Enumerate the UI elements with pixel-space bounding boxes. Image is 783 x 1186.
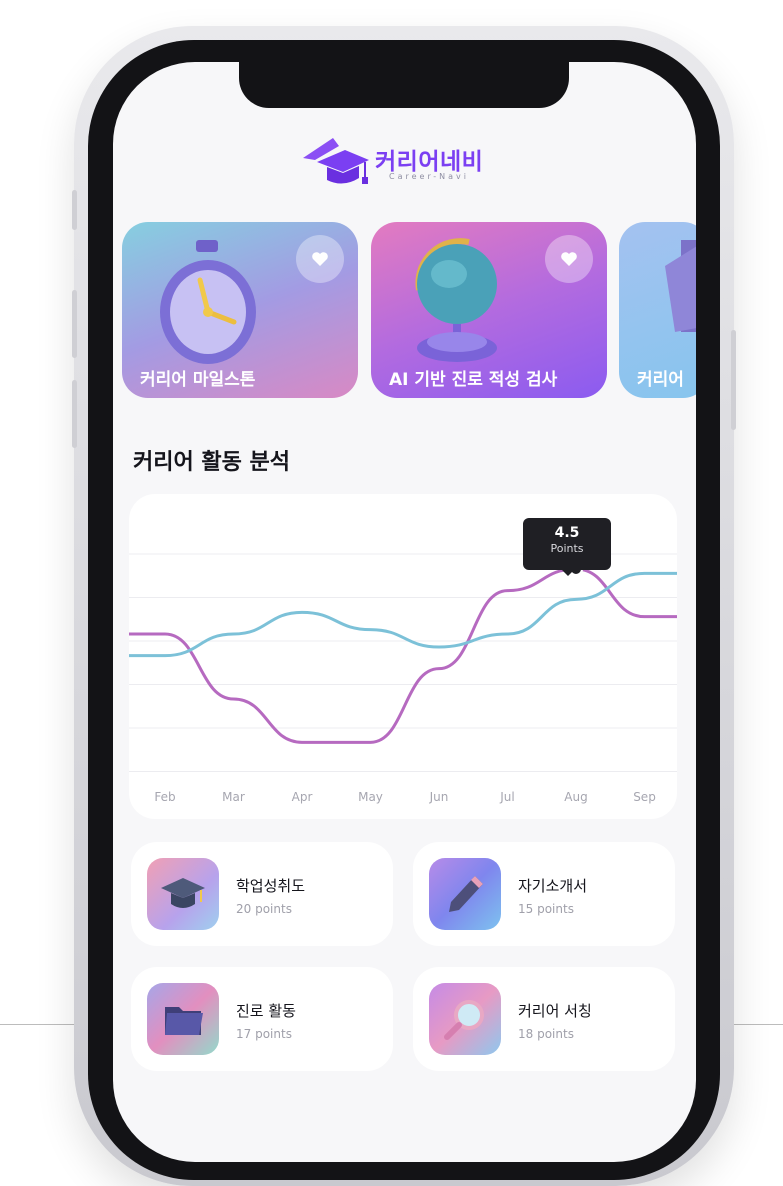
stat-points: 15 points [518,902,574,916]
featured-carousel: 커리어 마일스톤 AI 기반 진로 적성 검사 커리어 [122,222,696,402]
x-axis-tick-label: Feb [154,790,176,804]
stat-tile-cover-letter[interactable]: 자기소개서 15 points [413,842,675,946]
featured-card-label: 커리어 [637,370,684,390]
graduation-cap-logo-icon [303,138,369,184]
x-axis-tick-label: May [358,790,383,804]
stat-tile-academic[interactable]: 학업성취도 20 points [131,842,393,946]
section-title: 커리어 활동 분석 [133,450,290,475]
x-axis-tick-label: Aug [564,790,588,804]
featured-card-label: 커리어 마일스톤 [140,370,256,390]
featured-card-milestone[interactable]: 커리어 마일스톤 [122,222,358,398]
graduation-cap-icon [147,858,219,930]
featured-card-aptitude-test[interactable]: AI 기반 진로 적성 검사 [371,222,607,398]
stat-title: 진로 활동 [236,1002,296,1020]
favorite-button[interactable] [296,235,344,283]
tooltip-value: 4.5 [554,525,580,541]
app-logo: 커리어네비 Career-Navi [301,134,521,194]
chart-series-line-2 [129,571,677,658]
x-axis-tick-label: Mar [222,790,245,804]
books-icon [665,240,696,332]
stat-title: 학업성취도 [236,877,306,895]
tooltip-pointer [562,570,574,576]
x-axis-tick-label: Jun [429,790,449,804]
stat-title: 커리어 서칭 [518,1002,592,1020]
stat-points: 20 points [236,902,292,916]
featured-card-label: AI 기반 진로 적성 검사 [389,370,558,390]
featured-card-partial[interactable]: 커리어 [619,222,696,398]
background-divider-right [733,1024,783,1025]
stat-points: 18 points [518,1027,574,1041]
x-axis-tick-label: Sep [633,790,656,804]
favorite-button[interactable] [545,235,593,283]
globe-icon [415,238,497,362]
stat-tile-career-activity[interactable]: 진로 활동 17 points [131,967,393,1071]
phone-volume-down [72,380,77,448]
stopwatch-icon [160,240,256,364]
phone-power-button [731,330,736,430]
x-axis-tick-label: Jul [500,790,515,804]
x-axis-tick-label: Apr [291,790,313,804]
stat-tile-career-search[interactable]: 커리어 서칭 18 points [413,967,675,1071]
background-divider-left [0,1024,80,1025]
app-subtitle: Career-Navi [389,172,469,181]
heart-icon [312,252,328,266]
stat-points: 17 points [236,1027,292,1041]
activity-chart-card: 4.5 Points Feb Mar Apr May Jun Jul Aug Sep [129,494,677,819]
stat-title: 자기소개서 [518,877,588,895]
chart-tooltip: 4.5 Points [523,518,611,570]
app-title: 커리어네비 [375,149,484,175]
phone-notch [239,62,569,108]
heart-icon [561,252,577,266]
phone-volume-up [72,290,77,358]
magnifier-icon [429,983,501,1055]
app-screen: 커리어네비 Career-Navi 커리어 마일스톤 AI 기반 진로 적성 검… [113,62,696,1162]
tooltip-unit: Points [550,542,584,555]
pencil-icon [429,858,501,930]
phone-mute-switch [72,190,77,230]
folder-icon [147,983,219,1055]
